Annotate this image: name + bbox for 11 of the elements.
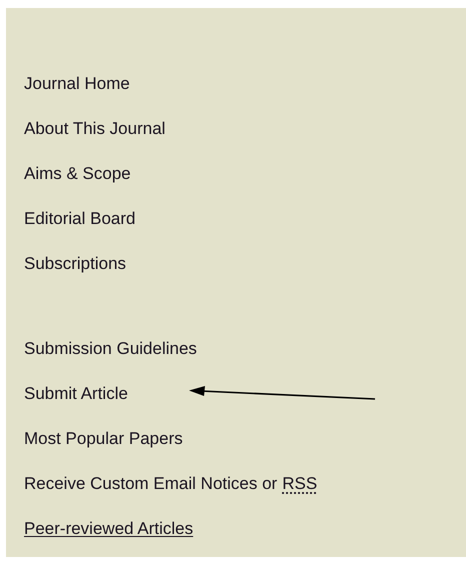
- nav-link[interactable]: Editorial Board: [24, 206, 136, 232]
- rss-link[interactable]: RSS: [282, 470, 318, 496]
- nav-link[interactable]: About This Journal: [24, 116, 166, 142]
- nav-link[interactable]: Submission Guidelines: [24, 336, 197, 362]
- nav-link[interactable]: Most Popular Papers: [24, 426, 183, 452]
- nav-link[interactable]: Receive Custom Email Notices or: [24, 470, 278, 496]
- nav-link[interactable]: Peer-reviewed Articles: [24, 516, 194, 542]
- nav-link[interactable]: Subscriptions: [24, 250, 126, 276]
- nav-link[interactable]: Submit Article: [24, 380, 128, 406]
- nav-link[interactable]: Aims & Scope: [24, 160, 131, 186]
- nav-link[interactable]: Journal Home: [24, 70, 130, 96]
